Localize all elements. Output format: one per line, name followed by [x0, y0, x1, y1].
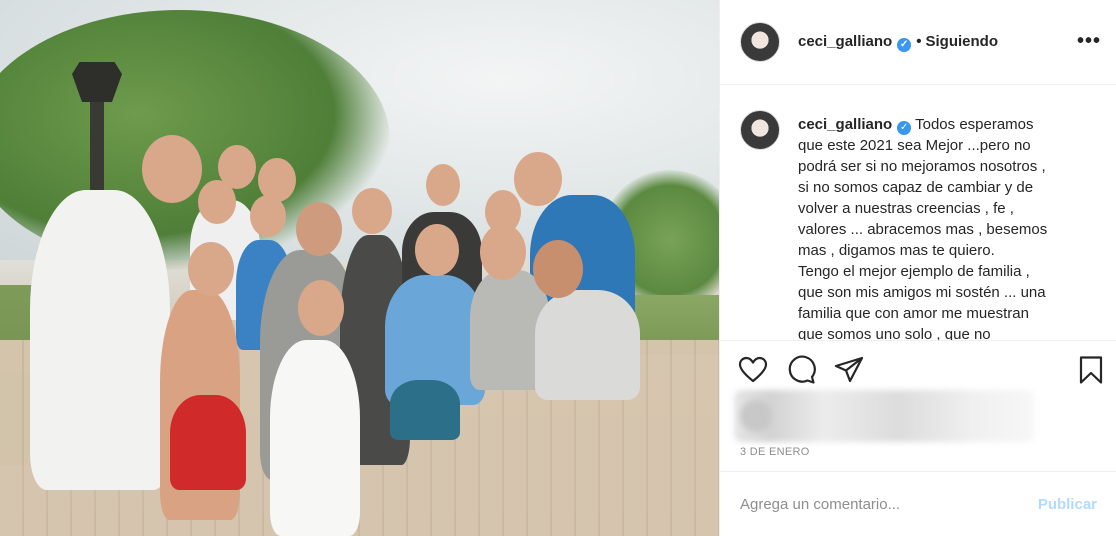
avatar[interactable]	[740, 22, 780, 62]
post-side-panel: ceci_galliano ✓ • Siguiendo ••• ceci_gallia…	[719, 0, 1116, 536]
verified-icon: ✓	[897, 37, 912, 52]
photo-person-head	[514, 152, 562, 206]
post-header: ceci_galliano ✓ • Siguiendo •••	[720, 0, 1116, 85]
photo-person-head	[533, 240, 583, 298]
caption-text: ceci_galliano ✓ Todos esperamos que este …	[798, 110, 1101, 340]
likes-summary-blurred	[734, 390, 1034, 442]
comment-bar: Agrega un comentario... Publicar	[720, 471, 1116, 536]
caption-row: ceci_galliano ✓ Todos esperamos que este …	[720, 86, 1116, 340]
caption-line: si no somos capaz de cambiar y de	[798, 179, 1034, 196]
photo-person	[390, 380, 460, 440]
bookmark-icon[interactable]	[1076, 355, 1106, 385]
liker-avatar	[740, 400, 772, 432]
caption-line: que este 2021 sea Mejor ...pero no	[798, 137, 1031, 154]
photo-person-head	[296, 202, 342, 256]
verified-icon: ✓	[897, 121, 912, 135]
following-button[interactable]: Siguiendo	[925, 33, 998, 50]
photo-person	[535, 290, 640, 400]
post-photo[interactable]	[0, 0, 719, 536]
caption-line: Todos esperamos	[915, 116, 1034, 133]
photo-person-head	[415, 224, 459, 276]
caption-username-link[interactable]: ceci_galliano	[798, 116, 892, 133]
caption-line: podrá ser si no mejoramos nosotros ,	[798, 158, 1046, 175]
photo-person-head	[250, 195, 286, 237]
heart-icon[interactable]	[738, 355, 768, 385]
photo-person-head	[298, 280, 344, 336]
comment-input[interactable]: Agrega un comentario...	[740, 496, 1038, 513]
post-author: ceci_galliano ✓ • Siguiendo	[798, 33, 998, 52]
caption-line: valores ... abracemos mas , besemos	[798, 221, 1048, 238]
caption-line: familia que con amor me muestran	[798, 305, 1029, 322]
comment-icon[interactable]	[786, 355, 816, 385]
caption-line: volver a nuestras creencias , fe ,	[798, 200, 1014, 217]
photo-person-head	[480, 224, 526, 280]
caption-line: Tengo el mejor ejemplo de familia ,	[798, 263, 1030, 280]
photo-person-head	[198, 180, 236, 224]
caption-area[interactable]: ceci_galliano ✓ Todos esperamos que este …	[720, 86, 1116, 340]
share-icon[interactable]	[834, 355, 864, 385]
photo-person-head	[142, 135, 202, 203]
photo-person	[170, 395, 246, 490]
more-options-icon[interactable]: •••	[1077, 30, 1101, 53]
username-link[interactable]: ceci_galliano	[798, 33, 892, 50]
caption-avatar[interactable]	[740, 110, 780, 150]
photo-person-head	[426, 164, 460, 206]
photo-person-head	[188, 242, 234, 296]
caption-line: que son mis amigos mi sostén ... una	[798, 284, 1046, 301]
caption-line: mas , digamos mas te quiero.	[798, 242, 995, 259]
publish-button[interactable]: Publicar	[1038, 496, 1097, 513]
caption-line: que somos uno solo , que no	[798, 326, 991, 340]
post-date[interactable]: 3 DE ENERO	[740, 446, 810, 458]
photo-person	[270, 340, 360, 536]
photo-person	[30, 190, 170, 490]
separator-dot: •	[916, 32, 922, 50]
action-bar	[720, 340, 1116, 392]
photo-family-group	[30, 135, 650, 536]
photo-person-head	[352, 188, 392, 234]
